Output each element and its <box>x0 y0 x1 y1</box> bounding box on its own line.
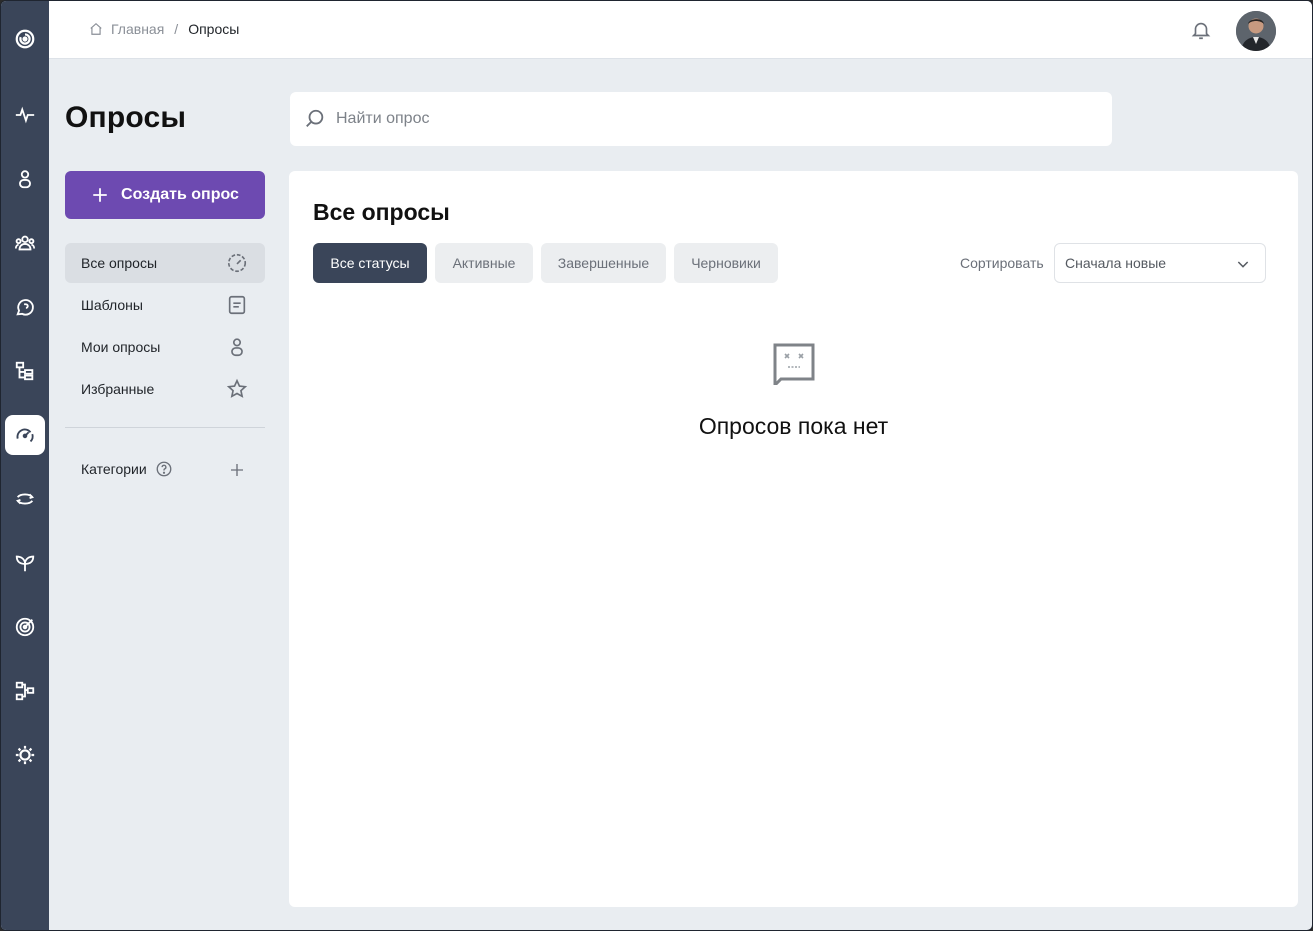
empty-state-message: Опросов пока нет <box>698 413 889 439</box>
structure-icon[interactable] <box>5 351 45 391</box>
app-window: Главная / Опросы Опросы Создать опрос Вс… <box>0 0 1313 931</box>
categories-label: Категории <box>81 461 147 477</box>
chevron-down-icon <box>1237 261 1249 268</box>
help-icon[interactable] <box>155 460 173 478</box>
empty-state-icon <box>773 343 815 385</box>
template-icon <box>228 295 246 315</box>
survey-icon[interactable] <box>5 415 45 455</box>
menu-item-all-surveys[interactable]: Все опросы <box>65 243 265 283</box>
filter-all-statuses[interactable]: Все статусы <box>313 243 427 283</box>
create-survey-label: Создать опрос <box>121 186 239 203</box>
menu-divider <box>65 427 265 428</box>
star-icon <box>226 378 248 398</box>
person-icon[interactable] <box>5 159 45 199</box>
page-title: Опросы <box>65 101 187 134</box>
menu-item-favorites[interactable]: Избранные <box>65 369 265 409</box>
main-nav-rail <box>1 1 49 930</box>
menu-item-label: Избранные <box>81 381 155 397</box>
target-icon[interactable] <box>5 607 45 647</box>
search-box <box>290 92 1112 146</box>
menu-item-templates[interactable]: Шаблоны <box>65 285 265 325</box>
settings-icon[interactable] <box>5 735 45 775</box>
home-icon <box>90 22 102 35</box>
search-icon <box>306 109 324 127</box>
breadcrumb-separator: / <box>174 21 179 37</box>
surveys-panel: Все опросы Все статусы Активные Завершен… <box>289 171 1298 907</box>
user-icon <box>231 338 243 357</box>
filter-completed[interactable]: Завершенные <box>541 243 666 283</box>
add-category-icon[interactable] <box>228 461 246 479</box>
bell-icon[interactable] <box>1190 19 1212 41</box>
avatar[interactable] <box>1236 11 1276 51</box>
menu-item-my-surveys[interactable]: Мои опросы <box>65 327 265 367</box>
logo-icon[interactable] <box>5 19 45 59</box>
growth-icon[interactable] <box>5 543 45 583</box>
search-input[interactable] <box>336 92 1096 146</box>
team-icon[interactable] <box>5 223 45 263</box>
sort-value: Сначала новые <box>1065 255 1167 271</box>
plus-icon <box>93 188 107 202</box>
menu-item-label: Шаблоны <box>81 297 143 313</box>
sort-select[interactable]: Сначала новые <box>1054 243 1266 283</box>
menu-item-label: Все опросы <box>81 255 158 271</box>
workflow-icon[interactable] <box>5 671 45 711</box>
menu-item-label: Мои опросы <box>81 339 161 355</box>
categories-header: Категории <box>81 460 173 478</box>
section-title: Все опросы <box>313 199 450 225</box>
sort-label: Сортировать <box>960 255 1044 271</box>
filter-drafts[interactable]: Черновики <box>674 243 778 283</box>
activity-icon[interactable] <box>5 95 45 135</box>
create-survey-button[interactable]: Создать опрос <box>65 171 265 219</box>
gauge-icon <box>227 253 247 273</box>
breadcrumb-current: Опросы <box>188 21 240 37</box>
chat-icon[interactable] <box>5 287 45 327</box>
sync-icon[interactable] <box>5 479 45 519</box>
breadcrumb: Главная / Опросы <box>89 21 239 37</box>
filter-active[interactable]: Активные <box>435 243 533 283</box>
top-bar: Главная / Опросы <box>49 1 1312 59</box>
breadcrumb-home-link[interactable]: Главная <box>111 21 164 37</box>
